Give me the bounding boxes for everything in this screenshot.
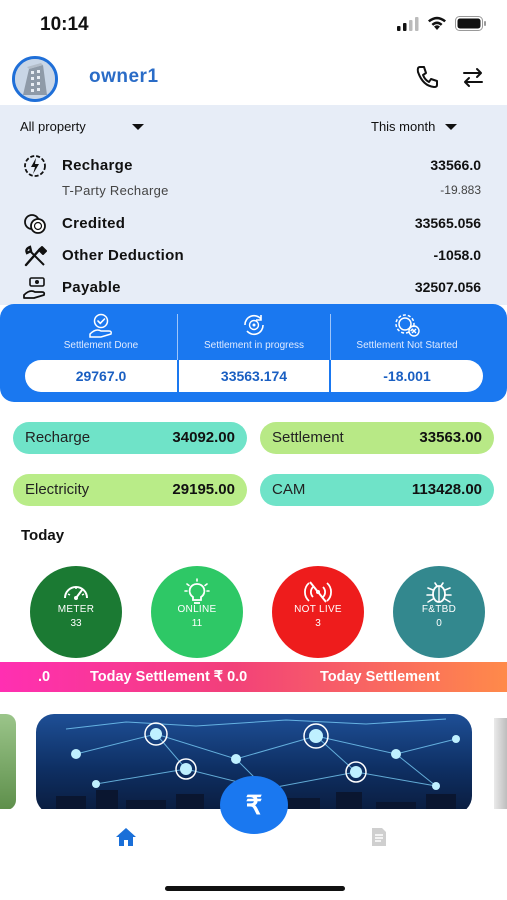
status-icons <box>397 16 487 31</box>
summary-row-tparty: T-Party Recharge -19.883 <box>0 179 507 207</box>
settlement-in-progress-header: Settlement in progress <box>174 312 334 356</box>
ftbd-label: F&TBD <box>421 604 457 615</box>
settlement-in-progress-label: Settlement in progress <box>203 340 305 351</box>
electricity-pill-label: Electricity <box>25 481 90 498</box>
tparty-value: -19.883 <box>440 183 481 197</box>
period-dropdown-label: This month <box>371 119 436 134</box>
recharge-label: Recharge <box>62 157 133 174</box>
no-signal-icon <box>304 581 332 603</box>
settlement-not-started-header: Settlement Not Started <box>327 312 487 356</box>
cam-pill-value: 113428.00 <box>411 481 482 498</box>
meter-status-circle[interactable]: METER 33 <box>30 566 122 658</box>
not-live-count: 3 <box>315 618 321 629</box>
not-live-status-circle[interactable]: NOT LIVE 3 <box>272 566 364 658</box>
cam-pill[interactable]: CAM 113428.00 <box>260 474 494 506</box>
bulb-icon <box>184 578 210 604</box>
app-screen: 10:14 owner1 All property This month Rec… <box>0 0 507 900</box>
swap-icon[interactable] <box>460 64 486 90</box>
summary-panel: All property This month Recharge 33566.0… <box>0 105 507 305</box>
settlement-pill-value: 33563.00 <box>419 429 482 446</box>
settlement-pill[interactable]: Settlement 33563.00 <box>260 422 494 454</box>
electricity-pill[interactable]: Electricity 29195.00 <box>13 474 247 506</box>
home-icon[interactable] <box>115 827 137 847</box>
credited-label: Credited <box>62 215 126 232</box>
settlement-not-started-label: Settlement Not Started <box>356 340 458 351</box>
document-icon[interactable] <box>370 827 388 847</box>
cam-pill-label: CAM <box>272 481 306 498</box>
gauge-icon <box>64 586 88 600</box>
settlement-not-started-value[interactable]: -18.001 <box>331 360 483 392</box>
settlement-in-progress-value[interactable]: 33563.174 <box>179 360 329 392</box>
summary-row-credited: Credited 33565.056 <box>0 209 507 237</box>
battery-icon <box>455 16 486 31</box>
not-live-label: NOT LIVE <box>294 604 342 615</box>
period-dropdown[interactable]: This month <box>371 119 458 134</box>
online-count: 11 <box>191 618 203 629</box>
online-status-circle[interactable]: ONLINE 11 <box>151 566 243 658</box>
settlement-done-label: Settlement Done <box>63 340 139 351</box>
summary-row-recharge: Recharge 33566.0 <box>0 151 507 179</box>
ticker-text-3: Today Settlement <box>320 669 440 685</box>
electricity-pill-value: 29195.00 <box>172 481 235 498</box>
bug-icon <box>426 582 452 603</box>
recharge-pill-value: 34092.00 <box>172 429 235 446</box>
recharge-pill-label: Recharge <box>25 429 91 446</box>
home-indicator <box>165 886 345 891</box>
hand-money-icon <box>23 277 46 299</box>
settlement-progress-icon <box>244 314 264 336</box>
tools-icon <box>24 245 47 267</box>
username: owner1 <box>89 66 159 87</box>
phone-icon[interactable] <box>414 64 440 90</box>
carousel-next-image[interactable] <box>494 718 507 810</box>
settlement-done-header: Settlement Done <box>21 312 181 356</box>
payable-value: 32507.056 <box>414 279 481 295</box>
ticker-text-1: .0 <box>38 669 51 685</box>
carousel-prev-image[interactable] <box>0 714 16 810</box>
today-heading: Today <box>21 527 65 544</box>
other-deduction-label: Other Deduction <box>62 247 185 264</box>
online-label: ONLINE <box>177 604 217 615</box>
property-dropdown-label: All property <box>20 119 86 134</box>
settlement-not-started-icon <box>395 314 420 337</box>
ftbd-count: 0 <box>436 618 442 629</box>
ftbd-status-circle[interactable]: F&TBD 0 <box>393 566 485 658</box>
chevron-down-icon <box>131 123 144 130</box>
signal-icon <box>397 16 419 31</box>
credited-value: 33565.056 <box>414 215 481 231</box>
settlement-done-value[interactable]: 29767.0 <box>25 360 177 392</box>
coins-icon <box>24 214 46 234</box>
payable-label: Payable <box>62 279 121 296</box>
avatar[interactable] <box>12 56 58 102</box>
status-time: 10:14 <box>40 14 89 35</box>
chevron-down-icon <box>445 123 458 130</box>
recharge-pill[interactable]: Recharge 34092.00 <box>13 422 247 454</box>
app-header: owner1 <box>0 52 507 104</box>
status-bar: 10:14 <box>0 0 507 52</box>
today-settlement-ticker: .0 Today Settlement ₹ 0.0 Today Settleme… <box>0 662 507 692</box>
ticker-text-2: Today Settlement ₹ 0.0 <box>90 669 248 685</box>
summary-row-other-deduction: Other Deduction -1058.0 <box>0 241 507 269</box>
building-image <box>15 59 55 99</box>
settlement-pill-label: Settlement <box>272 429 344 446</box>
wifi-icon <box>428 16 446 30</box>
other-deduction-value: -1058.0 <box>433 247 481 263</box>
meter-label: METER <box>57 604 95 615</box>
summary-row-payable: Payable 32507.056 <box>0 273 507 301</box>
tparty-label: T-Party Recharge <box>62 183 169 198</box>
payment-fab-button[interactable]: ₹ <box>220 776 288 834</box>
property-dropdown[interactable]: All property <box>20 119 144 134</box>
recharge-icon <box>24 155 46 177</box>
recharge-value: 33566.0 <box>430 157 481 173</box>
meter-count: 33 <box>70 618 82 629</box>
settlement-done-icon <box>89 313 112 338</box>
